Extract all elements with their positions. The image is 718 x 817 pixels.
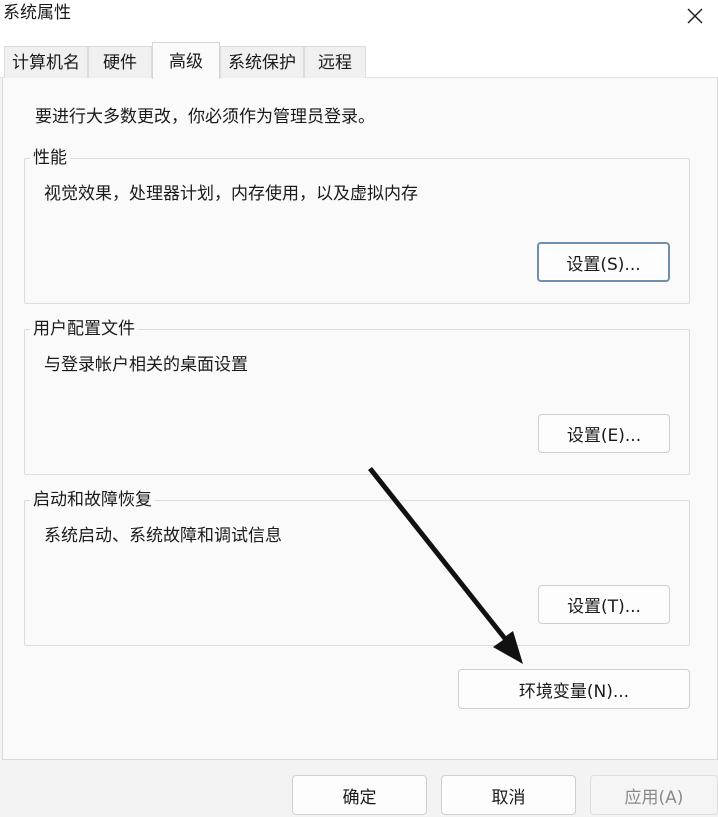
startup-recovery-group-title: 启动和故障恢复 bbox=[30, 489, 155, 511]
performance-group bbox=[24, 158, 690, 304]
cancel-button[interactable]: 取消 bbox=[441, 775, 576, 815]
tab-computer-name[interactable]: 计算机名 bbox=[4, 46, 88, 78]
user-profiles-group bbox=[24, 329, 690, 475]
user-profiles-settings-button[interactable]: 设置(E)... bbox=[538, 414, 670, 453]
startup-recovery-description: 系统启动、系统故障和调试信息 bbox=[44, 526, 282, 546]
admin-note: 要进行大多数更改，你必须作为管理员登录。 bbox=[35, 107, 375, 127]
ok-button[interactable]: 确定 bbox=[292, 775, 427, 815]
performance-group-title: 性能 bbox=[30, 147, 70, 169]
window-title: 系统属性 bbox=[3, 3, 71, 23]
title-bar: 系统属性 bbox=[0, 0, 718, 36]
tab-remote[interactable]: 远程 bbox=[304, 46, 366, 78]
user-profiles-group-title: 用户配置文件 bbox=[30, 318, 138, 340]
startup-recovery-settings-button[interactable]: 设置(T)... bbox=[538, 585, 670, 624]
startup-recovery-group bbox=[24, 500, 690, 646]
tab-system-protection[interactable]: 系统保护 bbox=[220, 46, 304, 78]
performance-settings-button[interactable]: 设置(S)... bbox=[537, 242, 670, 282]
tab-hardware[interactable]: 硬件 bbox=[88, 46, 152, 78]
close-icon bbox=[687, 8, 703, 24]
tab-advanced[interactable]: 高级 bbox=[152, 42, 220, 79]
apply-button[interactable]: 应用(A) bbox=[590, 775, 718, 815]
close-button[interactable] bbox=[672, 0, 718, 32]
user-profiles-description: 与登录帐户相关的桌面设置 bbox=[44, 355, 248, 375]
performance-description: 视觉效果，处理器计划，内存使用，以及虚拟内存 bbox=[44, 184, 418, 204]
system-properties-window: 系统属性 计算机名 硬件 高级 系统保护 远程 要进行大多数更改，你必须作为管理… bbox=[0, 0, 718, 817]
environment-variables-button[interactable]: 环境变量(N)... bbox=[458, 669, 690, 709]
